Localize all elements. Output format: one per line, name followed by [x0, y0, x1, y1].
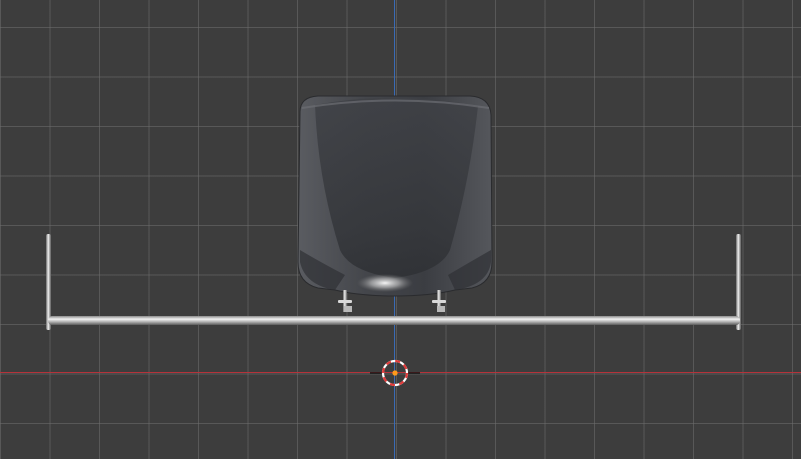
right-rail-post[interactable]: [736, 234, 741, 330]
seat-rail-bar[interactable]: [48, 316, 740, 325]
seat-shell[interactable]: [297, 95, 493, 297]
3d-viewport[interactable]: [0, 0, 801, 459]
left-rail-post[interactable]: [46, 234, 51, 330]
3d-cursor-icon[interactable]: [370, 348, 420, 398]
